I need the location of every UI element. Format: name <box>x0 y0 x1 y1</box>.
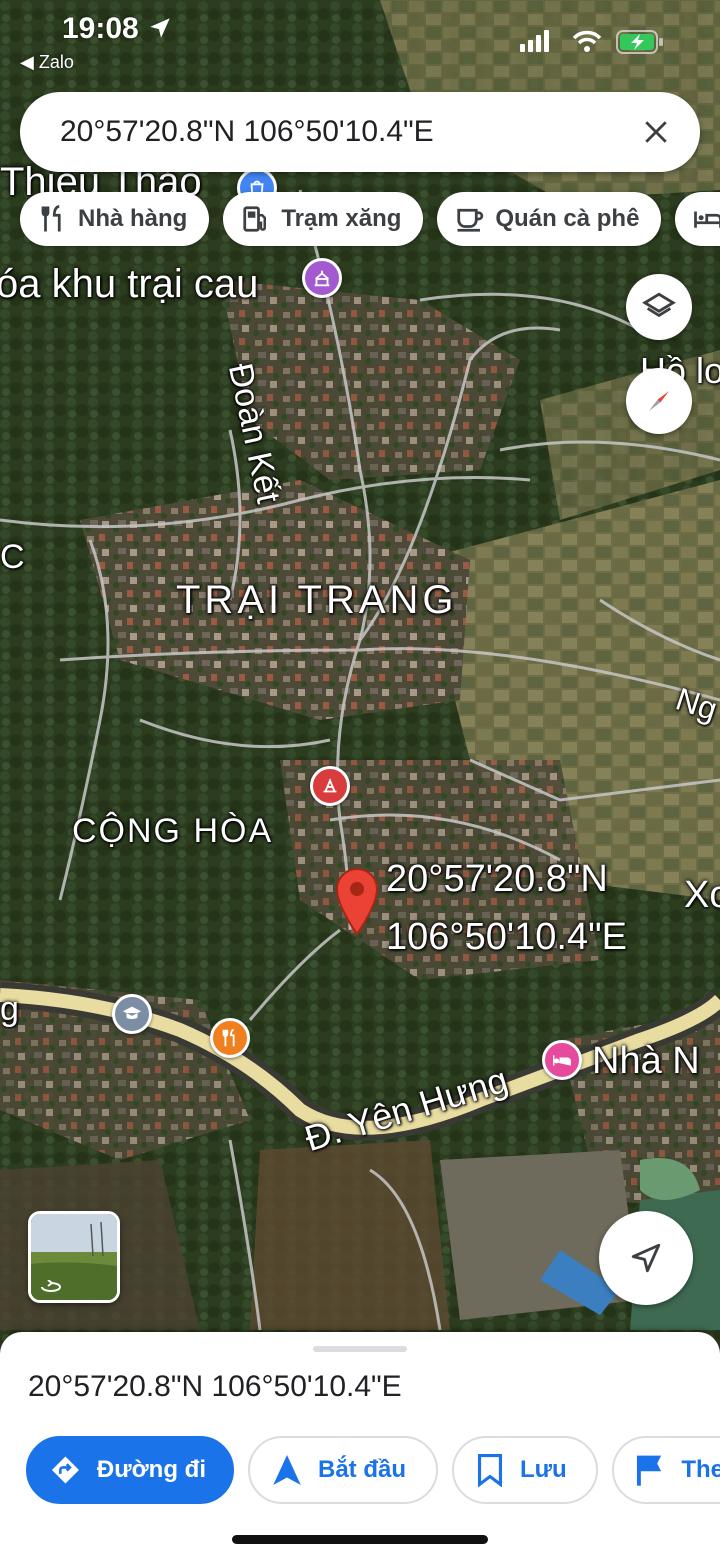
location-arrow-icon <box>150 18 170 38</box>
battery-charging-icon <box>616 30 663 54</box>
start-button[interactable]: Bắt đầu <box>248 1436 438 1504</box>
chip-label: Quán cà phê <box>495 205 640 232</box>
pharmacy-icon[interactable] <box>310 766 350 806</box>
back-app-label: Zalo <box>38 52 74 72</box>
search-query[interactable]: 20°57'20.8"N 106°50'10.4"E <box>60 115 626 149</box>
chip-label: Nhà hàng <box>78 205 188 232</box>
area-label-trai-trang: TRẠI TRANG <box>176 578 458 622</box>
chip-gas-stations[interactable]: Trạm xăng <box>223 192 424 246</box>
status-time: 19:08 <box>62 12 173 46</box>
wifi-icon <box>572 30 602 52</box>
navigation-arrow-icon <box>631 1243 661 1273</box>
chip-coffee[interactable]: Quán cà phê <box>437 192 662 246</box>
map-label-nha-n: Nhà N <box>592 1040 700 1082</box>
flag-icon <box>636 1455 662 1486</box>
category-chips: Nhà hàng Trạm xăng Quán cà phê <box>20 192 720 248</box>
directions-button[interactable]: Đường đi <box>26 1436 234 1504</box>
layers-button[interactable] <box>626 274 692 340</box>
label-button[interactable]: The <box>612 1436 720 1504</box>
hotel-icon <box>694 211 720 228</box>
pin-coordinates-label: 20°57'20.8"N 106°50'10.4"E <box>386 850 627 966</box>
search-bar[interactable]: 20°57'20.8"N 106°50'10.4"E <box>20 92 700 172</box>
compass-icon <box>649 391 669 411</box>
school-icon[interactable] <box>112 994 152 1034</box>
layers-icon <box>642 292 676 318</box>
pin-longitude: 106°50'10.4"E <box>386 916 627 958</box>
my-location-button[interactable] <box>599 1211 693 1305</box>
sheet-drag-handle[interactable] <box>313 1346 407 1352</box>
coffee-icon <box>457 208 484 232</box>
action-buttons: Đường đi Bắt đầu Lưu The <box>26 1436 720 1504</box>
home-indicator[interactable] <box>232 1535 488 1544</box>
area-label-cong-hoa: CỘNG HÒA <box>72 812 274 850</box>
start-label: Bắt đầu <box>318 1456 407 1483</box>
back-chevron-icon: ◀ <box>20 52 34 72</box>
chip-hotels[interactable] <box>675 192 720 246</box>
save-label: Lưu <box>520 1456 567 1483</box>
chip-restaurants[interactable]: Nhà hàng <box>20 192 210 246</box>
street-view-thumbnail[interactable] <box>28 1211 120 1303</box>
navigation-arrow-icon <box>273 1455 301 1485</box>
dropped-pin-icon[interactable] <box>334 866 380 936</box>
cellular-signal-icon <box>520 30 549 52</box>
map-label-xo: Xo <box>684 874 720 916</box>
label-button-text: The <box>681 1456 720 1483</box>
compass-button[interactable] <box>626 368 692 434</box>
gas-station-icon <box>243 206 267 232</box>
chip-label: Trạm xăng <box>281 205 402 232</box>
place-bottom-sheet[interactable]: 20°57'20.8"N 106°50'10.4"E Đường đi Bắt … <box>0 1332 720 1557</box>
status-bar: 19:08 ◀ Zalo <box>0 0 720 80</box>
temple-icon[interactable] <box>302 258 342 298</box>
hotel-icon[interactable] <box>542 1040 582 1080</box>
map-label-g: g <box>0 990 19 1028</box>
save-button[interactable]: Lưu <box>452 1436 598 1504</box>
map-label-c: C <box>0 538 25 576</box>
back-to-app[interactable]: ◀ Zalo <box>20 52 74 73</box>
close-icon <box>645 121 667 143</box>
directions-icon <box>51 1456 79 1484</box>
bookmark-icon <box>477 1454 503 1487</box>
place-title: 20°57'20.8"N 106°50'10.4"E <box>28 1370 402 1403</box>
clear-search-button[interactable] <box>626 102 686 162</box>
map-label-khu-trai-cau: óa khu trại cau <box>0 262 259 306</box>
restaurant-icon[interactable] <box>210 1018 250 1058</box>
directions-label: Đường đi <box>96 1456 206 1483</box>
restaurant-icon <box>41 205 61 232</box>
pin-latitude: 20°57'20.8"N <box>386 858 608 900</box>
360-rotate-icon <box>41 1280 61 1292</box>
